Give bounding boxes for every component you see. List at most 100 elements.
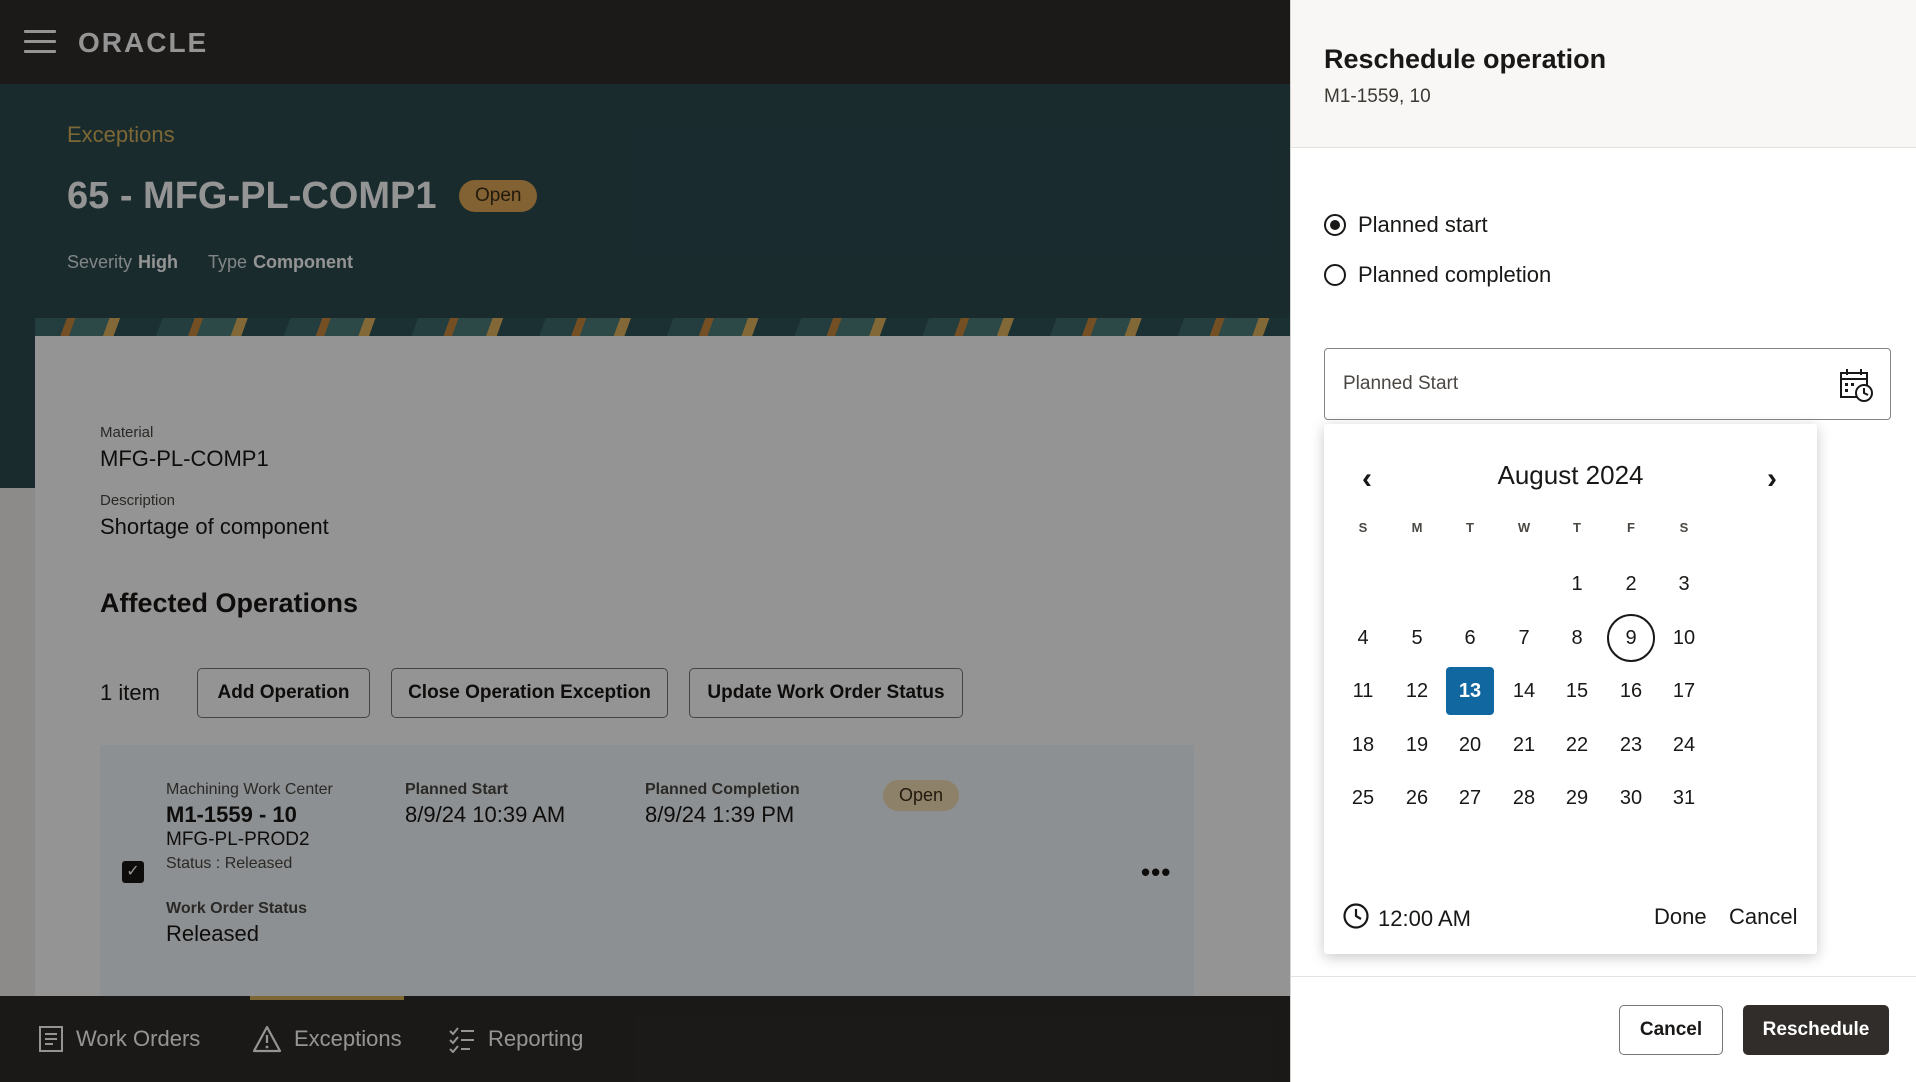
- planned-start-label: Planned Start: [405, 781, 509, 798]
- operation-name: M1-1559 - 10: [166, 802, 297, 827]
- type-value: Component: [253, 252, 354, 272]
- weekday-label: S: [1358, 520, 1368, 535]
- selected-day[interactable]: 13: [1446, 667, 1494, 715]
- calendar-day[interactable]: 18: [1339, 721, 1387, 769]
- calendar-day[interactable]: 10: [1660, 614, 1708, 662]
- calendar-day[interactable]: 11: [1339, 667, 1387, 715]
- calendar-day[interactable]: 16: [1607, 667, 1655, 715]
- operation-status-badge: Open: [883, 780, 960, 811]
- weekday-label: T: [1573, 520, 1581, 535]
- drawer-title: Reschedule operation: [1324, 44, 1607, 74]
- weekday-label: T: [1466, 520, 1474, 535]
- nav-label-work-orders: Work Orders: [76, 1026, 201, 1051]
- nav-tab-exceptions[interactable]: Exceptions: [250, 996, 404, 1082]
- add-operation-button[interactable]: Add Operation: [197, 668, 370, 718]
- warning-icon: [252, 1025, 282, 1053]
- calendar-day[interactable]: 25: [1339, 774, 1387, 822]
- date-picker-footer: 12:00 AM Done Cancel: [1324, 896, 1817, 946]
- calendar-day[interactable]: 3: [1660, 560, 1708, 608]
- weekday-label: M: [1411, 520, 1423, 535]
- calendar-day[interactable]: 8: [1553, 614, 1601, 662]
- calendar-day[interactable]: 31: [1660, 774, 1708, 822]
- breadcrumb-exceptions[interactable]: Exceptions: [67, 122, 175, 148]
- weekday-label: S: [1679, 520, 1689, 535]
- calendar-day[interactable]: 5: [1393, 614, 1441, 662]
- row-checkbox[interactable]: ✓: [122, 861, 144, 883]
- more-actions-icon[interactable]: •••: [1141, 857, 1171, 888]
- date-picker-done-button[interactable]: Done: [1654, 904, 1707, 930]
- calendar-day[interactable]: 7: [1500, 614, 1548, 662]
- type-label: Type: [208, 252, 248, 272]
- calendar-day[interactable]: 14: [1500, 667, 1548, 715]
- radio-planned-start-label: Planned start: [1358, 212, 1488, 237]
- nav-label-exceptions: Exceptions: [294, 1026, 402, 1051]
- date-picker-cancel-button[interactable]: Cancel: [1729, 904, 1797, 930]
- document-icon: [38, 1025, 64, 1053]
- checklist-icon: [448, 1025, 476, 1053]
- reschedule-drawer: Reschedule operation M1-1559, 10 Planned…: [1290, 0, 1916, 1082]
- calendar-day[interactable]: 1: [1553, 560, 1601, 608]
- work-order-status-value: Released: [166, 921, 259, 946]
- planned-start-date-input[interactable]: Planned Start: [1324, 348, 1891, 420]
- calendar-day[interactable]: 23: [1607, 721, 1655, 769]
- close-operation-exception-button[interactable]: Close Operation Exception: [391, 668, 668, 718]
- weekday-label: F: [1627, 520, 1635, 535]
- date-picker-popup: ‹ August 2024 › SMTWTFS 1 2 3 4 5 6 7 8 9 10 11 12 1…: [1324, 424, 1817, 954]
- drawer-footer: Cancel Reschedule: [1291, 976, 1916, 1082]
- nav-label-reporting: Reporting: [488, 1026, 584, 1051]
- severity-label: Severity: [67, 252, 133, 272]
- date-input-placeholder: Planned Start: [1343, 373, 1459, 394]
- drawer-subtitle: M1-1559, 10: [1324, 86, 1431, 107]
- calendar-clock-icon[interactable]: [1838, 367, 1874, 403]
- operation-row[interactable]: ✓ Machining Work Center M1-1559 - 10 MFG…: [100, 745, 1194, 997]
- status-badge: Open: [459, 180, 538, 212]
- top-bar: ORACLE: [0, 0, 1290, 84]
- bottom-navigation: Work Orders Exceptions Reporting: [0, 996, 1290, 1082]
- hamburger-menu-icon[interactable]: [24, 30, 56, 54]
- cancel-button[interactable]: Cancel: [1619, 1005, 1723, 1055]
- material-value: MFG-PL-COMP1: [100, 446, 269, 471]
- decorative-banner: [35, 318, 1290, 336]
- calendar-day[interactable]: 19: [1393, 721, 1441, 769]
- radio-selected-icon: [1324, 214, 1346, 236]
- severity-value: High: [138, 252, 179, 272]
- page-title: 65 - MFG-PL-COMP1: [67, 175, 437, 217]
- calendar-day[interactable]: 29: [1553, 774, 1601, 822]
- calendar-day[interactable]: 17: [1660, 667, 1708, 715]
- calendar-day[interactable]: 15: [1553, 667, 1601, 715]
- calendar-day[interactable]: 21: [1500, 721, 1548, 769]
- calendar-day[interactable]: 24: [1660, 721, 1708, 769]
- calendar-day[interactable]: 6: [1446, 614, 1494, 662]
- planned-start-value: 8/9/24 10:39 AM: [405, 802, 566, 827]
- reschedule-button[interactable]: Reschedule: [1743, 1005, 1889, 1055]
- calendar-day[interactable]: 26: [1393, 774, 1441, 822]
- calendar-day[interactable]: 22: [1553, 721, 1601, 769]
- calendar-day[interactable]: 12: [1393, 667, 1441, 715]
- oracle-logo: ORACLE: [78, 27, 209, 58]
- radio-planned-completion-label: Planned completion: [1358, 262, 1552, 287]
- month-year-title[interactable]: August 2024: [1324, 460, 1817, 491]
- material-label: Material: [100, 424, 154, 441]
- calendar-day[interactable]: 20: [1446, 721, 1494, 769]
- next-month-icon[interactable]: ›: [1767, 462, 1777, 496]
- work-center-label: Machining Work Center: [166, 781, 333, 798]
- calendar-day[interactable]: 30: [1607, 774, 1655, 822]
- time-value: 12:00 AM: [1378, 906, 1471, 931]
- planned-completion-value: 8/9/24 1:39 PM: [645, 802, 795, 827]
- drawer-header: Reschedule operation M1-1559, 10: [1291, 0, 1916, 148]
- today-day[interactable]: 9: [1607, 613, 1655, 662]
- nav-tab-reporting[interactable]: Reporting: [448, 996, 583, 1082]
- calendar-day[interactable]: 27: [1446, 774, 1494, 822]
- affected-operations-title: Affected Operations: [100, 588, 359, 618]
- calendar-day[interactable]: 2: [1607, 560, 1655, 608]
- calendar-day[interactable]: 4: [1339, 614, 1387, 662]
- radio-planned-start[interactable]: Planned start: [1324, 212, 1488, 238]
- radio-unselected-icon: [1324, 264, 1346, 286]
- update-work-order-status-button[interactable]: Update Work Order Status: [689, 668, 963, 718]
- planned-completion-label: Planned Completion: [645, 781, 800, 798]
- radio-planned-completion[interactable]: Planned completion: [1324, 262, 1551, 288]
- operation-status: Status : Released: [166, 855, 293, 872]
- nav-tab-work-orders[interactable]: Work Orders: [38, 996, 200, 1082]
- calendar-day[interactable]: 28: [1500, 774, 1548, 822]
- time-selector[interactable]: 12:00 AM: [1342, 902, 1471, 936]
